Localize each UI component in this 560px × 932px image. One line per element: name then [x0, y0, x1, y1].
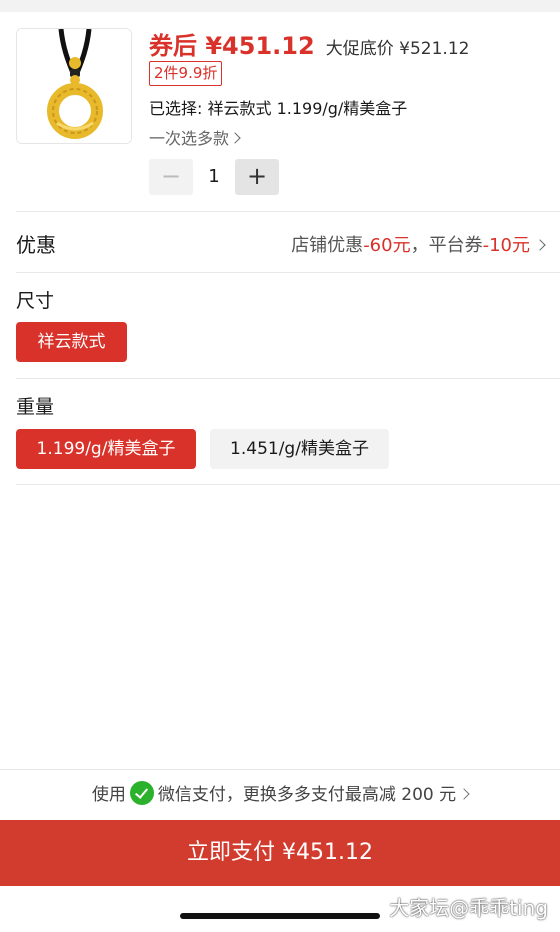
top-strip	[0, 0, 560, 12]
watermark: 大家坛@乖乖ting	[389, 896, 548, 920]
size-title: 尺寸	[16, 290, 55, 312]
home-indicator	[180, 913, 380, 919]
multi-select-link[interactable]: 一次选多款	[149, 125, 241, 149]
pendant-image	[17, 29, 131, 143]
quantity-stepper: − 1 +	[149, 159, 289, 195]
discount-row[interactable]: 优惠 店铺优惠-60元，平台券-10元	[16, 213, 546, 271]
decrease-quantity-button[interactable]: −	[149, 159, 193, 195]
divider	[16, 211, 560, 212]
platform-coupon-value: -10元	[482, 235, 530, 256]
wechat-pay-icon	[129, 781, 154, 805]
multi-select-label: 一次选多款	[149, 129, 230, 148]
payment-method: 微信支付	[157, 785, 226, 805]
price-line: 券后 ¥451.12 大促底价 ¥521.12	[149, 26, 469, 61]
divider	[16, 484, 560, 485]
payment-promo: ，更换多多支付最高减 200 元	[225, 785, 457, 805]
chevron-right-icon	[229, 132, 241, 144]
shop-discount-value: -60元	[363, 235, 411, 256]
divider	[16, 378, 560, 379]
chevron-right-icon	[458, 788, 470, 800]
promo-badge: 2件9.9折	[149, 61, 223, 86]
chevron-right-icon	[534, 239, 546, 251]
product-summary: 券后 ¥451.12 大促底价 ¥521.12 2件9.9折 已选择: 祥云款式…	[16, 28, 544, 208]
increase-quantity-button[interactable]: +	[235, 159, 279, 195]
product-thumbnail[interactable]	[16, 28, 132, 144]
payment-method-bar[interactable]: 使用 微信支付，更换多多支付最高减 200 元	[0, 769, 560, 821]
discount-separator: ，	[410, 235, 429, 256]
discount-detail: 店铺优惠-60元，平台券-10元	[291, 231, 546, 257]
pay-now-button[interactable]: 立即支付 ¥451.12	[0, 820, 560, 886]
weight-option-1451[interactable]: 1.451/g/精美盒子	[210, 429, 389, 469]
size-option-xiangyun[interactable]: 祥云款式	[16, 322, 127, 362]
divider	[16, 272, 560, 273]
price-after-coupon: 券后 ¥451.12	[149, 32, 315, 60]
discount-title: 优惠	[16, 233, 56, 257]
weight-option-1199[interactable]: 1.199/g/精美盒子	[16, 429, 196, 469]
platform-coupon-label: 平台券	[428, 235, 483, 256]
use-label: 使用	[91, 785, 126, 805]
weight-title: 重量	[16, 396, 55, 418]
shop-discount-label: 店铺优惠	[291, 235, 364, 256]
quantity-value[interactable]: 1	[193, 159, 235, 195]
promo-floor-price: 大促底价 ¥521.12	[325, 39, 470, 59]
selected-spec: 已选择: 祥云款式 1.199/g/精美盒子	[149, 99, 408, 118]
